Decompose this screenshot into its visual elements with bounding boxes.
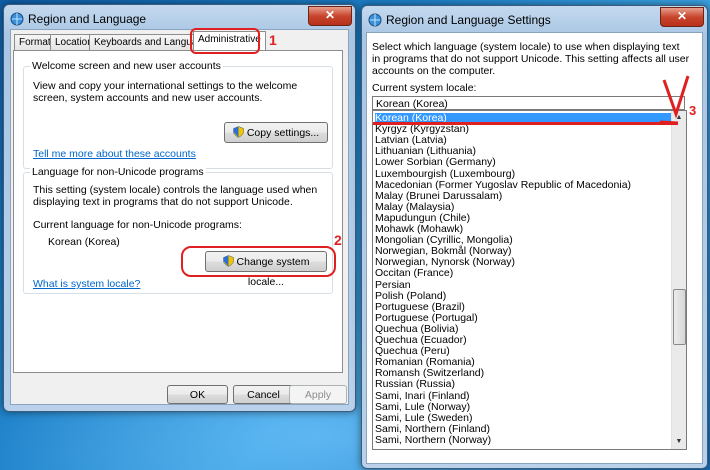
locale-description: Select which language (system locale) to… xyxy=(372,41,690,77)
apply-button[interactable]: Apply xyxy=(289,385,347,404)
administrative-panel: Welcome screen and new user accounts Vie… xyxy=(13,50,343,373)
group-title: Language for non-Unicode programs xyxy=(30,166,206,178)
welcome-screen-group: Welcome screen and new user accounts Vie… xyxy=(23,60,333,169)
group-title: Welcome screen and new user accounts xyxy=(30,60,223,72)
close-button[interactable]: ✕ xyxy=(660,7,704,27)
annotation-number-3: 3 xyxy=(689,103,697,118)
what-is-system-locale-link[interactable]: What is system locale? xyxy=(33,278,140,290)
globe-icon xyxy=(368,13,382,27)
tell-me-more-link[interactable]: Tell me more about these accounts xyxy=(33,148,196,160)
locale-list-item[interactable]: Russian (Russia) xyxy=(375,379,455,390)
current-language-value: Korean (Korea) xyxy=(48,236,120,248)
locale-list-item[interactable]: Sami, Inari (Finland) xyxy=(375,390,470,402)
locale-list-item[interactable]: Luxembourgish (Luxembourg) xyxy=(375,168,515,180)
copy-settings-label: Copy settings... xyxy=(246,127,320,139)
scroll-down-arrow-icon[interactable]: ▼ xyxy=(672,435,686,449)
close-button[interactable]: ✕ xyxy=(308,6,352,26)
locale-list-item[interactable]: Occitan (France) xyxy=(375,268,453,279)
cancel-button[interactable]: Cancel xyxy=(233,385,294,404)
window-title: Region and Language xyxy=(28,12,147,26)
locale-list-item[interactable]: Lower Sorbian (Germany) xyxy=(375,157,496,168)
title-bar[interactable]: Region and Language Settings ✕ xyxy=(362,6,707,34)
uac-shield-icon xyxy=(233,126,244,138)
list-scrollbar[interactable]: ▲ ▼ xyxy=(671,111,686,449)
annotation-number-2: 2 xyxy=(334,232,342,248)
current-system-locale-label: Current system locale: xyxy=(372,82,477,94)
system-locale-list[interactable]: Korean (Korea) Kyrgyz (Kyrgyzstan) Latvian… xyxy=(372,110,687,450)
annotation-underline xyxy=(373,122,678,125)
copy-settings-button[interactable]: Copy settings... xyxy=(224,122,328,143)
annotation-ring-change-locale xyxy=(181,246,336,277)
system-locale-combo[interactable]: Korean (Korea) xyxy=(372,96,685,110)
locale-list-item[interactable]: Sami, Northern (Norway) xyxy=(375,434,491,446)
scroll-thumb[interactable] xyxy=(673,289,686,345)
locale-list-item[interactable]: Sami, Lule (Norway) xyxy=(375,401,470,413)
ok-button[interactable]: OK xyxy=(167,385,228,404)
locale-list-item[interactable]: Persian xyxy=(375,279,411,291)
globe-icon xyxy=(10,12,24,26)
locale-list-item[interactable]: Macedonian (Former Yugoslav Republic of … xyxy=(375,179,631,191)
window-title: Region and Language Settings xyxy=(386,13,551,27)
non-unicode-description: This setting (system locale) controls th… xyxy=(33,184,318,208)
current-language-label: Current language for non-Unicode program… xyxy=(33,219,242,231)
annotation-ring-administrative-tab xyxy=(190,28,260,54)
locale-list-item[interactable]: Polish (Poland) xyxy=(375,290,446,302)
annotation-number-1: 1 xyxy=(269,32,277,48)
welcome-description: View and copy your international setting… xyxy=(33,80,298,104)
